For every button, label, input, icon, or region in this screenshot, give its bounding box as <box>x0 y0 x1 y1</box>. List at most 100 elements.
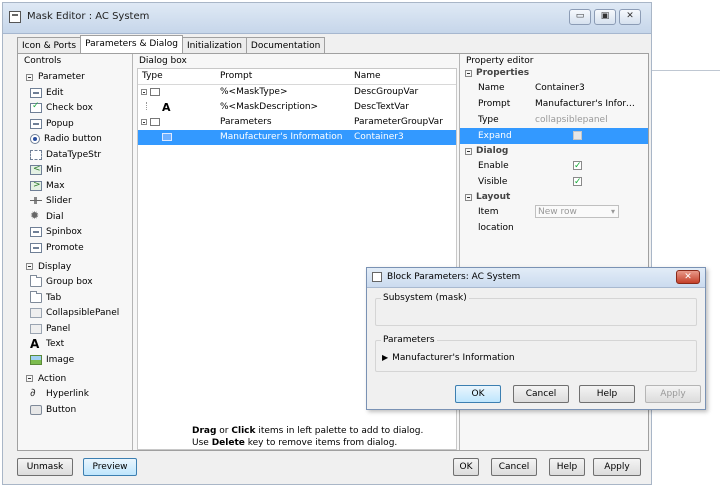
group-action[interactable]: Action <box>26 374 132 384</box>
radio-icon <box>30 134 40 145</box>
cancel-button[interactable]: Cancel <box>491 458 537 476</box>
palette-item-min[interactable]: < Min <box>30 163 132 179</box>
hint-line-2: Use Delete key to remove items from dial… <box>192 437 423 449</box>
prop-value[interactable]: Manufacturer's Information <box>535 96 643 112</box>
palette-label: Check box <box>46 103 93 114</box>
minimize-button[interactable]: ▭ <box>569 9 591 25</box>
group-properties[interactable]: Properties <box>465 66 648 80</box>
window-controls: ▭ ▣ ✕ <box>569 9 641 25</box>
palette-item-group-box[interactable]: Group box <box>30 275 132 291</box>
apply-button[interactable]: Apply <box>645 385 701 403</box>
palette-item-slider[interactable]: Slider <box>30 194 132 210</box>
subsystem-group: Subsystem (mask) <box>375 293 697 326</box>
prop-name[interactable]: Name Container3 <box>460 80 648 96</box>
palette-item-max[interactable]: > Max <box>30 178 132 194</box>
palette-label: Group box <box>46 277 93 288</box>
collapse-icon <box>465 69 472 77</box>
palette-item-spinbox[interactable]: Spinbox <box>30 225 132 241</box>
group-layout[interactable]: Layout <box>465 190 648 204</box>
collapsible-panel-icon <box>162 133 172 141</box>
tab-parameters-dialog[interactable]: Parameters & Dialog <box>80 35 184 55</box>
prop-item-location[interactable]: Item location New row ▾ <box>460 204 648 233</box>
palette-item-hyperlink[interactable]: ∂ Hyperlink <box>30 386 132 403</box>
tree-row-selected[interactable]: Manufacturer's Information Container3 <box>138 130 456 145</box>
unmask-button[interactable]: Unmask <box>17 458 73 476</box>
collapse-icon[interactable] <box>141 119 147 125</box>
expander-label: Manufacturer's Information <box>392 353 515 363</box>
palette-item-promote[interactable]: Promote <box>30 240 132 256</box>
prop-key: Name <box>478 83 505 93</box>
datatype-icon <box>30 149 42 160</box>
maximize-button[interactable]: ▣ <box>594 9 616 25</box>
promote-icon <box>30 242 42 253</box>
preview-button[interactable]: Preview <box>83 458 137 476</box>
mask-editor-icon <box>9 11 21 23</box>
hint-bold: Drag <box>192 426 217 436</box>
close-button[interactable]: ✕ <box>676 270 700 284</box>
column-type[interactable]: Type <box>138 69 220 84</box>
dialog-box-header: Dialog box <box>139 56 187 66</box>
group-parameter[interactable]: Parameter <box>26 72 132 82</box>
palette-item-panel[interactable]: Panel <box>30 321 132 337</box>
tree-row[interactable]: %<MaskType> DescGroupVar <box>138 85 456 100</box>
close-button[interactable]: ✕ <box>619 9 641 25</box>
select-value: New row <box>538 207 577 217</box>
palette-item-check-box[interactable]: Check box <box>30 101 132 117</box>
palette-item-edit[interactable]: Edit <box>30 85 132 101</box>
checkbox-icon <box>30 101 42 114</box>
minimize-icon: ▭ <box>575 11 585 21</box>
palette-label: Popup <box>46 118 74 129</box>
collapse-icon <box>465 193 472 201</box>
tree-header: Type Prompt Name <box>138 69 456 85</box>
prop-visible[interactable]: Visible <box>460 174 648 190</box>
text-icon: A <box>162 101 171 114</box>
prop-type: Type collapsiblepanel <box>460 112 648 128</box>
palette-label: Radio button <box>44 134 102 145</box>
tree-row[interactable]: A %<MaskDescription> DescTextVar <box>138 100 456 115</box>
column-prompt[interactable]: Prompt <box>220 69 354 84</box>
palette-item-radio-button[interactable]: Radio button <box>30 132 132 148</box>
spinbox-icon <box>30 227 42 238</box>
tree-row[interactable]: Parameters ParameterGroupVar <box>138 115 456 130</box>
item-location-select[interactable]: New row ▾ <box>535 205 619 218</box>
collapse-icon <box>26 73 33 81</box>
help-button[interactable]: Help <box>579 385 635 403</box>
hyperlink-icon: ∂ <box>30 386 36 400</box>
palette-item-datatypestr[interactable]: DataTypeStr <box>30 147 132 163</box>
block-parameters-dialog: Block Parameters: AC System ✕ Subsystem … <box>366 267 706 410</box>
name-cell: DescTextVar <box>354 102 409 112</box>
palette-item-button[interactable]: Button <box>30 402 132 418</box>
apply-button[interactable]: Apply <box>593 458 641 476</box>
palette-item-popup[interactable]: Popup <box>30 116 132 132</box>
palette-item-text[interactable]: A Text <box>30 337 132 353</box>
palette-item-image[interactable]: Image <box>30 352 132 368</box>
dialog-hint: Drag or Click items in left palette to a… <box>192 425 423 449</box>
group-dialog[interactable]: Dialog <box>465 144 648 158</box>
hint-text: or <box>216 426 232 436</box>
prop-enable[interactable]: Enable <box>460 158 648 174</box>
palette-label: Panel <box>46 323 71 334</box>
group-display[interactable]: Display <box>26 262 132 272</box>
palette-item-tab[interactable]: Tab <box>30 290 132 306</box>
palette-label: Min <box>46 165 62 176</box>
manufacturers-information-expander[interactable]: ▶ Manufacturer's Information <box>382 353 515 363</box>
palette-item-collapsiblepanel[interactable]: CollapsiblePanel <box>30 306 132 322</box>
palette-item-dial[interactable]: ✹ Dial <box>30 209 132 225</box>
column-name[interactable]: Name <box>354 69 454 84</box>
cancel-button[interactable]: Cancel <box>513 385 569 403</box>
ok-button[interactable]: OK <box>455 385 501 403</box>
prop-expand[interactable]: Expand <box>460 128 648 144</box>
property-editor-header: Property editor <box>466 56 534 66</box>
enable-checkbox[interactable] <box>573 158 582 174</box>
help-button[interactable]: Help <box>549 458 585 476</box>
hint-text: key to remove items from dialog. <box>244 438 398 448</box>
dialog-title: Block Parameters: AC System <box>387 272 521 282</box>
visible-checkbox[interactable] <box>573 174 582 190</box>
chevron-down-icon: ▾ <box>610 207 615 216</box>
collapse-icon[interactable] <box>141 89 147 95</box>
prop-key: Type <box>478 115 499 125</box>
ok-button[interactable]: OK <box>453 458 479 476</box>
prop-prompt[interactable]: Prompt Manufacturer's Information <box>460 96 648 112</box>
expand-checkbox[interactable] <box>573 131 582 140</box>
prop-value[interactable]: Container3 <box>535 80 643 96</box>
